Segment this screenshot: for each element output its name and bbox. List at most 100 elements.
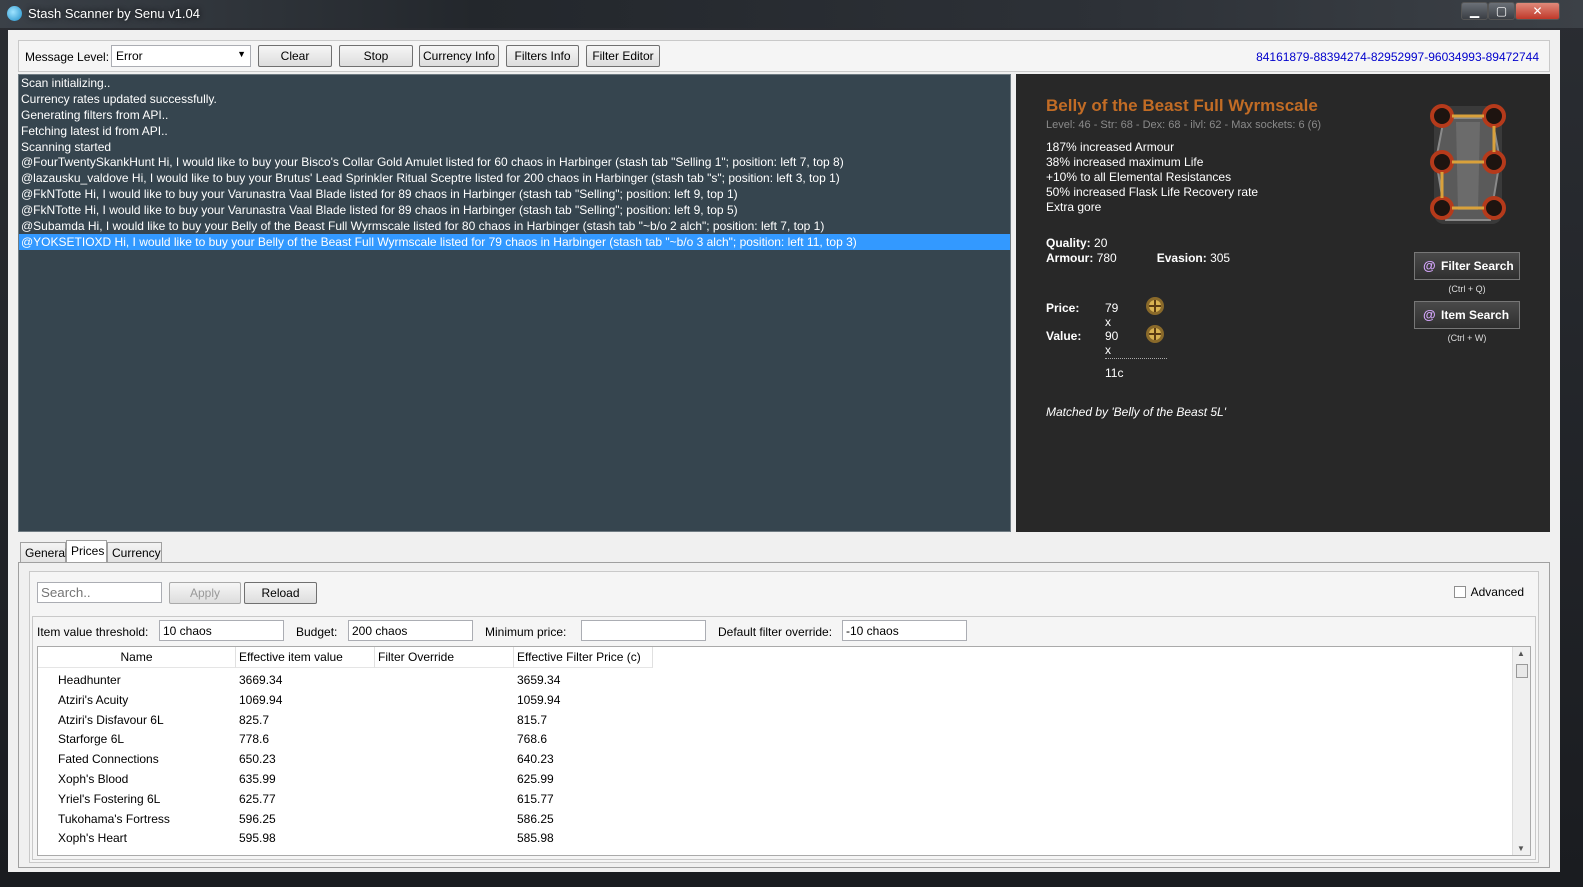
evasion-value: 305 [1210,251,1231,265]
scroll-down-icon[interactable]: ▼ [1517,844,1525,853]
app-logo-icon [7,6,22,21]
apply-button[interactable]: Apply [169,582,241,604]
body-armour-6-socket-icon [1430,104,1506,224]
message-level-dropdown[interactable]: Error ▼ [111,45,251,67]
table-row[interactable]: Headhunter 3669.34 3659.34 [38,670,1512,690]
item-value-cell: 3669.34 [239,673,283,687]
prices-tab-panel: Apply Reload Advanced Item value thresho… [18,562,1550,868]
change-id-link[interactable]: 84161879-88394274-82952997-96034993-8947… [1256,50,1539,64]
filter-search-label: Filter Search [1441,259,1514,273]
price-value: 79 x [1105,301,1119,329]
tab-currency[interactable]: Currency [107,542,162,562]
table-row[interactable]: Atziri's Disfavour 6L 825.7 815.7 [38,710,1512,730]
reload-button[interactable]: Reload [244,582,317,604]
scroll-thumb[interactable] [1516,664,1528,678]
message-level-label: Message Level: [25,50,110,64]
log-line[interactable]: @FkNTotte Hi, I would like to buy your V… [19,186,1010,202]
budget-label: Budget: [296,625,338,639]
price-settings-box: Item value threshold: 10 chaos Budget: 2… [32,616,1536,860]
item-mod: 50% increased Flask Life Recovery rate [1046,185,1259,199]
filter-price-cell: 640.23 [517,752,554,767]
message-log[interactable]: Scan initializing.. Currency rates update… [18,74,1011,532]
title-bar[interactable]: Stash Scanner by Senu v1.04 ▁ ▢ ✕ [0,0,1583,28]
minimum-price-input[interactable] [581,620,706,641]
profit-value: 11c [1105,366,1124,380]
table-row[interactable]: Tukohama's Fortress 596.25 586.25 [38,809,1512,829]
name-cell: Fated Connections [58,752,159,767]
budget-input[interactable]: 200 chaos [348,620,473,641]
toolbar: Message Level: Error ▼ Clear Stop Curren… [18,40,1550,72]
log-line[interactable]: Scanning started [19,139,1010,155]
search-input[interactable] [37,582,162,603]
quality-key: Quality: [1046,236,1091,250]
filters-info-button[interactable]: Filters Info [506,45,579,67]
item-value-cell: 596.25 [239,811,276,826]
item-value-cell: 635.99 [239,772,276,786]
column-header-filter-price[interactable]: Effective Filter Price (c) [514,647,653,668]
tab-prices[interactable]: Prices [66,540,107,563]
item-mod: +10% to all Elemental Resistances [1046,170,1232,184]
at-icon: @ [1423,258,1436,273]
threshold-input[interactable]: 10 chaos [159,620,284,641]
close-button[interactable]: ✕ [1515,2,1560,20]
filter-editor-button[interactable]: Filter Editor [586,45,660,67]
filter-price-cell: 615.77 [517,791,554,806]
log-line[interactable]: Currency rates updated successfully. [19,91,1010,107]
maximize-button[interactable]: ▢ [1488,2,1515,20]
default-override-label: Default filter override: [718,625,833,639]
item-requirements: Level: 46 - Str: 68 - Dex: 68 - ilvl: 62… [1046,119,1322,131]
table-scrollbar[interactable]: ▲ ▼ [1512,647,1530,855]
filter-price-cell: 625.99 [517,772,554,786]
clear-button[interactable]: Clear [258,45,332,67]
name-cell: Atziri's Acuity [58,692,129,707]
log-line[interactable]: Scan initializing.. [19,75,1010,91]
prices-group: Apply Reload Advanced Item value thresho… [29,571,1539,863]
value-value: 90 x [1105,329,1119,357]
tab-general[interactable]: General [20,542,68,562]
currency-info-button[interactable]: Currency Info [419,45,499,67]
item-search-button[interactable]: @ Item Search [1414,301,1520,329]
table-row[interactable]: Xoph's Heart 595.98 585.98 [38,828,1512,848]
filter-price-cell: 585.98 [517,831,554,846]
threshold-label: Item value threshold: [37,625,149,639]
item-value-cell: 825.7 [239,712,270,727]
log-line[interactable]: @FkNTotte Hi, I would like to buy your V… [19,202,1010,218]
log-line[interactable]: @FourTwentySkankHunt Hi, I would like to… [19,154,1010,170]
app-window: Stash Scanner by Senu v1.04 ▁ ▢ ✕ Messag… [0,0,1583,887]
scroll-up-icon[interactable]: ▲ [1517,649,1525,658]
log-line[interactable]: Fetching latest id from API.. [19,123,1010,139]
item-mods: 187% increased Armour 38% increased maxim… [1046,140,1258,215]
item-search-shortcut: (Ctrl + W) [1447,333,1487,343]
column-header-item-value[interactable]: Effective item value [236,647,375,668]
column-header-name[interactable]: Name [38,647,236,668]
table-row[interactable]: Fated Connections 650.23 640.23 [38,749,1512,769]
defence-line: Armour: 780 Evasion: 305 [1046,251,1230,266]
client-area: Message Level: Error ▼ Clear Stop Curren… [8,30,1560,872]
item-value-cell: 1069.94 [239,692,283,707]
log-line[interactable]: @Subamda Hi, I would like to buy your Be… [19,218,1010,234]
name-cell: Atziri's Disfavour 6L [58,712,164,727]
table-row[interactable]: Yriel's Fostering 6L 625.77 615.77 [38,789,1512,809]
matched-by-text: Matched by 'Belly of the Beast 5L' [1046,405,1227,419]
minimize-button[interactable]: ▁ [1461,2,1488,20]
log-line[interactable]: @lazausku_valdove Hi, I would like to bu… [19,170,1010,186]
stop-button[interactable]: Stop [339,45,413,67]
filter-search-button[interactable]: @ Filter Search [1414,252,1520,280]
item-search-label: Item Search [1441,308,1510,322]
default-override-input[interactable]: -10 chaos [842,620,967,641]
table-row[interactable]: Atziri's Acuity 1069.94 1059.94 [38,690,1512,710]
log-line[interactable]: @YOKSETIOXD Hi, I would like to buy your… [19,233,1010,250]
filter-price-cell: 3659.34 [517,673,561,687]
checkbox-box[interactable] [1453,586,1466,598]
column-header-filter-override[interactable]: Filter Override [375,647,514,668]
chaos-orb-icon [1146,297,1164,315]
log-line[interactable]: Generating filters from API.. [19,107,1010,123]
quality-value: 20 [1094,236,1108,250]
at-icon: @ [1423,307,1436,322]
table-row[interactable]: Starforge 6L 778.6 768.6 [38,729,1512,749]
message-level-value: Error [116,49,143,63]
minimum-price-label: Minimum price: [485,625,567,639]
table-row[interactable]: Xoph's Blood 635.99 625.99 [38,769,1512,789]
advanced-checkbox[interactable]: Advanced [1453,585,1524,599]
name-cell: Xoph's Blood [58,772,129,786]
